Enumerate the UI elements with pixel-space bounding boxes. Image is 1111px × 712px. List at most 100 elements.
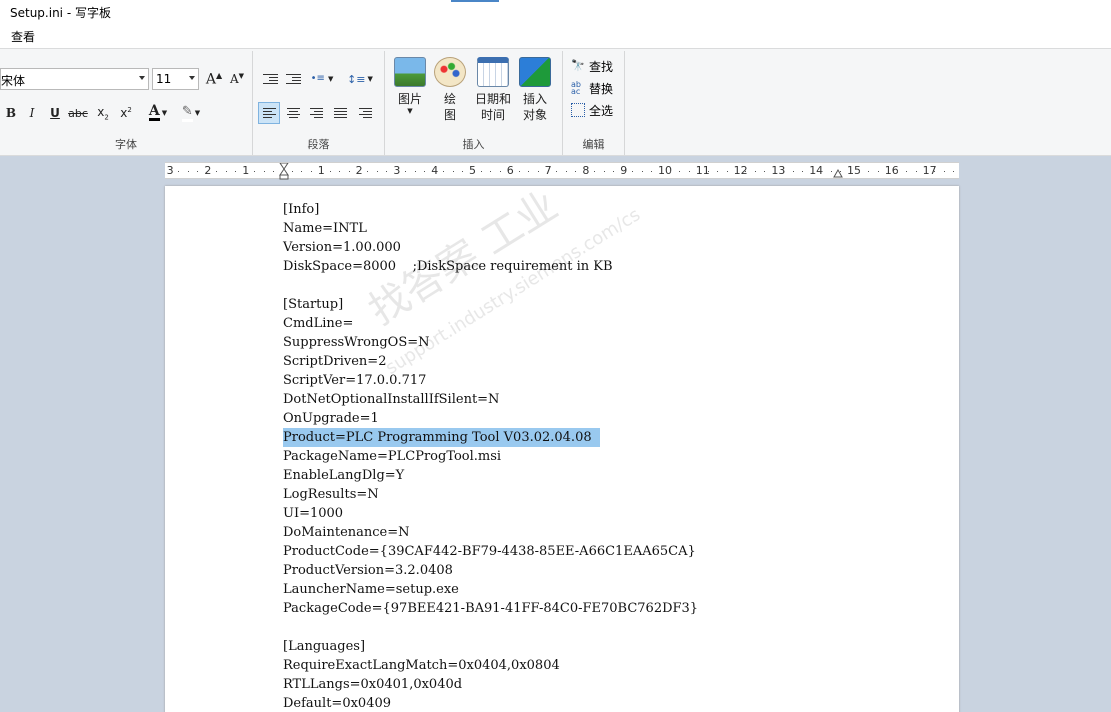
text-color-icon: A — [148, 103, 160, 121]
document-line[interactable]: UI=1000 — [283, 504, 343, 523]
ruler[interactable]: 3 2 1 1 2 3 4 5 6 7 8 9 10 11 12 13 14 15 16 17 — [165, 162, 959, 180]
paint-palette-icon — [434, 57, 466, 87]
paragraph-settings-button[interactable] — [354, 102, 376, 124]
line-spacing-button[interactable]: ↕≡ ▼ — [345, 68, 375, 90]
right-indent-marker-icon[interactable] — [833, 168, 843, 178]
ruler-tick — [896, 171, 898, 172]
document-line[interactable]: DotNetOptionalInstallIfSilent=N — [283, 390, 499, 409]
ruler-tick — [792, 171, 794, 172]
document-line[interactable]: [Languages] — [283, 637, 365, 656]
document-line[interactable]: ProductCode={39CAF442-BF79-4438-85EE-A66… — [283, 542, 696, 561]
increase-indent-button[interactable] — [282, 68, 304, 90]
align-right-button[interactable] — [305, 102, 327, 124]
superscript-button[interactable]: x2 — [115, 102, 137, 124]
document-line[interactable]: ScriptVer=17.0.0.717 — [283, 371, 426, 390]
ruler-tick — [575, 171, 577, 172]
ruler-tick — [726, 171, 728, 172]
ruler-tick — [953, 171, 955, 172]
edit-group-label: 编辑 — [582, 138, 605, 151]
ruler-tick — [499, 171, 501, 172]
grow-font-button[interactable]: A▲ — [203, 68, 225, 90]
superscript-icon: x2 — [120, 106, 132, 120]
document-line[interactable]: RequireExactLangMatch=0x0404,0x0804 — [283, 656, 560, 675]
ruler-tick — [490, 171, 492, 172]
font-size-select[interactable]: 11 — [152, 68, 199, 90]
subscript-button[interactable]: x2 — [92, 102, 114, 124]
find-button[interactable]: 🔭 查找 — [571, 56, 613, 76]
document-line[interactable]: [Info] — [283, 200, 319, 219]
font-group-label: 字体 — [115, 138, 137, 151]
insert-object-button[interactable]: 插入 对象 — [515, 53, 555, 131]
justify-button[interactable] — [329, 102, 351, 124]
highlight-color-button[interactable]: ✎ ▼ — [176, 102, 206, 124]
document-line[interactable]: OnUpgrade=1 — [283, 409, 379, 428]
ruler-tick — [452, 171, 454, 172]
document-line[interactable]: ProductVersion=3.2.0408 — [283, 561, 453, 580]
document-page[interactable]: 找答案 工业 support.industry.siemens.com/cs [… — [165, 186, 959, 712]
select-all-button[interactable]: 全选 — [571, 100, 613, 120]
selected-text-line[interactable]: Product=PLC Programming Tool V03.02.04.0… — [283, 428, 600, 447]
chevron-down-icon: ▼ — [327, 75, 334, 83]
indent-marker-icon[interactable] — [279, 163, 289, 180]
tab-indicator — [451, 0, 499, 2]
align-left-button[interactable] — [258, 102, 280, 124]
document-line[interactable]: CmdLine= — [283, 314, 353, 333]
ruler-tick — [934, 171, 936, 172]
document-line[interactable]: RTLLangs=0x0401,0x040d — [283, 675, 462, 694]
document-line[interactable]: EnableLangDlg=Y — [283, 466, 404, 485]
decrease-indent-button[interactable] — [259, 68, 281, 90]
insert-picture-button[interactable]: 图片 ▼ — [391, 53, 429, 131]
document-line[interactable]: SuppressWrongOS=N — [283, 333, 430, 352]
italic-button[interactable]: I — [21, 102, 43, 124]
ruler-tick — [461, 171, 463, 172]
insert-object-label-1: 插入 — [522, 92, 547, 106]
document-line[interactable]: LauncherName=setup.exe — [283, 580, 459, 599]
document-line[interactable]: LogResults=N — [283, 485, 379, 504]
window-title: Setup.ini - 写字板 — [10, 6, 111, 20]
bullet-list-button[interactable]: •≡ ▼ — [307, 68, 337, 90]
chevron-down-icon: ▼ — [161, 109, 168, 117]
title-bar: Setup.ini - 写字板 — [0, 0, 1111, 24]
document-line[interactable]: DoMaintenance=N — [283, 523, 410, 542]
find-label: 查找 — [589, 59, 614, 74]
document-line[interactable]: [Startup] — [283, 295, 343, 314]
ruler-tick — [783, 171, 785, 172]
select-all-label: 全选 — [589, 103, 614, 118]
ruler-tick-label: 9 — [620, 164, 628, 177]
align-center-button[interactable] — [282, 102, 304, 124]
insert-picture-label: 图片 — [397, 92, 422, 106]
underline-button[interactable]: U — [44, 102, 66, 124]
ruler-tick — [291, 171, 293, 172]
paint-drawing-button[interactable]: 绘 图 — [431, 53, 469, 131]
ruler-tick — [310, 171, 312, 172]
replace-button[interactable]: ab ac 替换 — [571, 78, 613, 98]
bold-button[interactable]: B — [0, 102, 22, 124]
menu-tab-view[interactable]: 查看 — [11, 28, 35, 45]
document-line[interactable]: Default=0x0409 — [283, 694, 391, 712]
binoculars-icon: 🔭 — [571, 59, 585, 72]
document-line[interactable]: Name=INTL — [283, 219, 367, 238]
date-time-button[interactable]: 日期和 时间 — [473, 53, 513, 131]
shrink-font-button[interactable]: A▼ — [226, 68, 248, 90]
document-line[interactable]: Version=1.00.000 — [283, 238, 401, 257]
ruler-tick — [650, 171, 652, 172]
insert-group: 图片 ▼ 绘 图 日期和 时间 插入 对象 插入 — [385, 51, 563, 155]
strikethrough-button[interactable]: abc — [67, 102, 89, 124]
ruler-tick — [443, 171, 445, 172]
chevron-down-icon: ▼ — [367, 75, 373, 83]
watermark-url: support.industry.siemens.com/cs — [381, 204, 645, 379]
edit-group: 🔭 查找 ab ac 替换 全选 编辑 — [563, 51, 625, 155]
document-line[interactable]: PackageCode={97BEE421-BA91-41FF-84C0-FE7… — [283, 599, 698, 618]
document-line[interactable]: DiskSpace=8000 ;DiskSpace requirement in… — [283, 257, 613, 276]
document-line[interactable]: ScriptDriven=2 — [283, 352, 386, 371]
ruler-tick — [641, 171, 643, 172]
document-line[interactable]: PackageName=PLCProgTool.msi — [283, 447, 501, 466]
ribbon: 宋体 11 A▲ A▼ B I U abc x2 x2 A ▼ ✎ ▼ 字体 •… — [0, 48, 1111, 156]
text-color-button[interactable]: A ▼ — [143, 102, 173, 124]
replace-icon: ab ac — [571, 80, 581, 96]
justify-icon — [333, 108, 347, 118]
font-name-select[interactable]: 宋体 — [0, 68, 149, 90]
date-time-label-2: 时间 — [480, 108, 505, 122]
paint-drawing-label-1: 绘 — [443, 92, 456, 106]
ruler-tick — [301, 171, 303, 172]
